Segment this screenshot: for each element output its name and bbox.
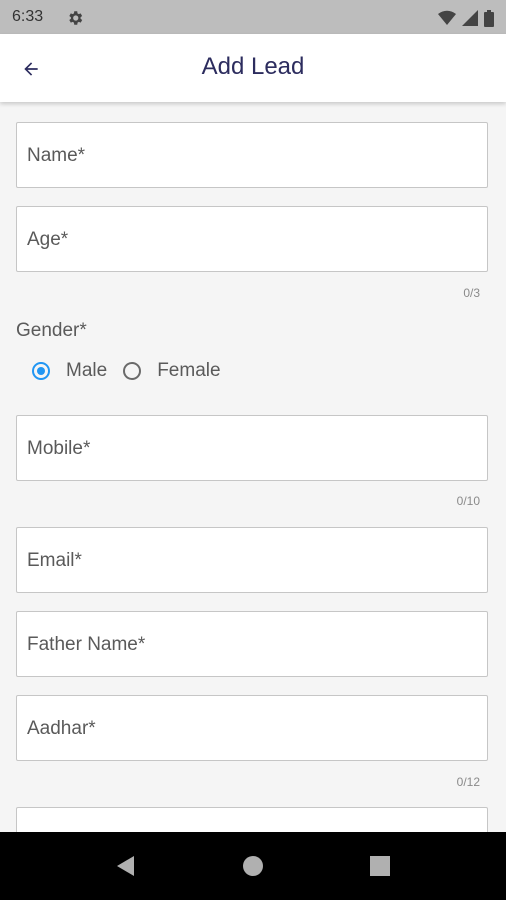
father-name-label: Father Name* [27,634,146,655]
next-field-partial[interactable] [16,807,488,832]
age-counter: 0/3 [463,286,480,300]
mobile-counter: 0/10 [456,494,480,508]
mobile-field[interactable]: Mobile* [16,415,488,481]
battery-icon [484,9,494,27]
email-label: Email* [27,550,82,571]
name-label: Name* [27,145,86,166]
form-content[interactable]: Name* Age* 0/3 Gender* Male Female Mobil… [0,102,506,832]
male-label[interactable]: Male [66,360,107,382]
home-circle-icon[interactable] [241,854,265,878]
wifi-icon [438,10,456,25]
status-time: 6:33 [12,8,44,25]
email-field[interactable]: Email* [16,527,488,593]
mobile-label: Mobile* [27,438,91,459]
age-field[interactable]: Age* [16,206,488,272]
page-title: Add Lead [201,53,305,80]
name-field[interactable]: Name* [16,122,488,188]
status-bar: 6:33 [0,0,506,34]
signal-icon [462,10,478,26]
gender-radio-group: Male Female [32,360,237,382]
aadhar-field[interactable]: Aadhar* [16,695,488,761]
male-radio[interactable] [32,362,50,380]
father-name-field[interactable]: Father Name* [16,611,488,677]
aadhar-counter: 0/12 [456,775,480,789]
recents-square-icon[interactable] [368,854,392,878]
aadhar-label: Aadhar* [27,718,96,739]
age-label: Age* [27,229,69,250]
female-label[interactable]: Female [157,360,220,382]
back-triangle-icon[interactable] [114,854,138,878]
settings-icon [69,11,83,25]
female-radio[interactable] [123,362,142,380]
navigation-bar [0,832,506,900]
gender-label: Gender* [16,320,87,341]
app-bar: Add Lead [0,34,506,102]
status-icons [438,9,494,27]
